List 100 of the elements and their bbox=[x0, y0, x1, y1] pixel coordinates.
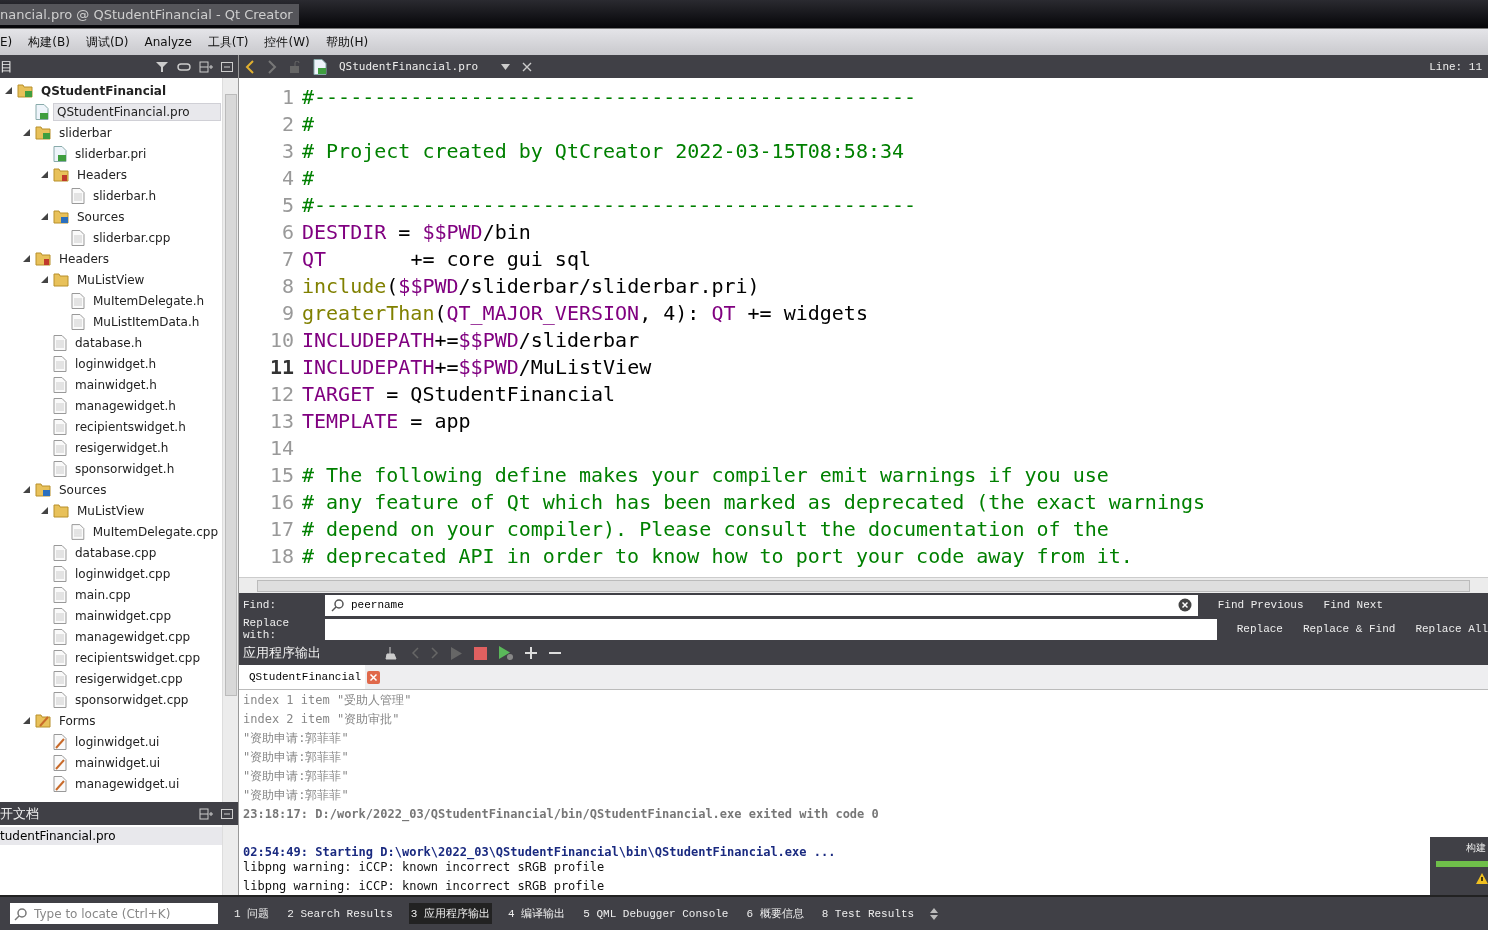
up-down-arrows-icon[interactable] bbox=[930, 907, 939, 920]
output-pane-tab[interactable]: 4 编译输出 bbox=[506, 903, 568, 924]
tree-item[interactable]: sponsorwidget.cpp bbox=[71, 690, 193, 709]
tree-item[interactable]: managewidget.h bbox=[71, 396, 180, 415]
scrollbar[interactable] bbox=[222, 825, 238, 895]
expand-arrow-icon[interactable] bbox=[23, 717, 30, 724]
tree-item[interactable]: database.cpp bbox=[71, 543, 161, 562]
code-line: INCLUDEPATH+=$$PWD/sliderbar bbox=[302, 327, 640, 352]
menu-item[interactable]: 控件(W) bbox=[264, 33, 310, 51]
clear-icon[interactable] bbox=[1177, 598, 1192, 612]
tree-item[interactable]: sliderbar.h bbox=[89, 186, 161, 205]
close-icon[interactable] bbox=[367, 670, 381, 684]
filter-icon[interactable] bbox=[155, 60, 169, 73]
cursor-position: Line: 11 bbox=[1429, 60, 1482, 73]
split-icon[interactable] bbox=[199, 807, 213, 820]
tree-item[interactable]: loginwidget.cpp bbox=[71, 564, 175, 583]
tree-item[interactable]: loginwidget.ui bbox=[71, 732, 164, 751]
tree-item[interactable]: MuItemDelegate.h bbox=[89, 291, 209, 310]
tree-item[interactable]: mainwidget.cpp bbox=[71, 606, 176, 625]
stop-icon[interactable] bbox=[474, 646, 487, 660]
tree-item[interactable]: loginwidget.h bbox=[71, 354, 161, 373]
output-pane-tab[interactable]: 3 应用程序输出 bbox=[408, 903, 493, 924]
tree-item[interactable]: sponsorwidget.h bbox=[71, 459, 179, 478]
file-dropdown[interactable]: QStudentFinancial.pro bbox=[339, 60, 489, 73]
close-pane-icon[interactable] bbox=[221, 808, 233, 819]
menu-item[interactable]: 构建(B) bbox=[28, 33, 70, 51]
link-icon[interactable] bbox=[177, 61, 191, 72]
tree-item[interactable]: sliderbar bbox=[55, 123, 116, 142]
folder-icon bbox=[53, 272, 69, 287]
close-pane-icon[interactable] bbox=[221, 61, 233, 72]
menu-item[interactable]: E) bbox=[0, 35, 13, 49]
dropdown-arrow-icon[interactable] bbox=[501, 63, 510, 70]
file-icon bbox=[53, 460, 67, 477]
tree-item[interactable]: mainwidget.ui bbox=[71, 753, 165, 772]
replace-button[interactable]: Replace bbox=[1236, 623, 1283, 635]
file-icon bbox=[53, 355, 67, 372]
output-tab[interactable]: QStudentFinancial bbox=[239, 665, 366, 689]
tree-item[interactable]: recipientswidget.h bbox=[71, 417, 190, 436]
plus-icon[interactable] bbox=[525, 647, 537, 659]
debug-run-icon[interactable] bbox=[499, 646, 513, 660]
menu-item[interactable]: 工具(T) bbox=[207, 33, 249, 51]
code-line: #-------------------------------------------------- bbox=[302, 84, 917, 109]
tree-item[interactable]: Forms bbox=[55, 711, 100, 730]
tree-item[interactable]: resigerwidget.cpp bbox=[71, 669, 187, 688]
tree-item[interactable]: Sources bbox=[73, 207, 129, 226]
tree-item[interactable]: resigerwidget.h bbox=[71, 438, 173, 457]
replace-find-button[interactable]: Replace & Find bbox=[1302, 623, 1396, 635]
scrollbar[interactable] bbox=[239, 577, 1488, 593]
tree-item[interactable]: MuListView bbox=[73, 270, 149, 289]
tree-item[interactable]: Sources bbox=[55, 480, 111, 499]
tree-item[interactable]: sliderbar.pri bbox=[71, 144, 151, 163]
menu-item[interactable]: 帮助(H) bbox=[325, 33, 369, 51]
tree-item[interactable]: MuListView bbox=[73, 501, 149, 520]
expand-arrow-icon[interactable] bbox=[41, 171, 48, 178]
tree-item[interactable]: sliderbar.cpp bbox=[89, 228, 175, 247]
tree-item[interactable]: MuListItemData.h bbox=[89, 312, 204, 331]
search-icon[interactable] bbox=[331, 598, 345, 612]
find-field[interactable]: peername bbox=[325, 594, 1198, 616]
tree-item[interactable]: database.h bbox=[71, 333, 147, 352]
code-line: # any feature of Qt which has been marked as deprecated (the exact warnings bbox=[302, 489, 1206, 514]
replace-all-button[interactable]: Replace All bbox=[1415, 623, 1488, 635]
output-pane-tab[interactable]: 5 QML Debugger Console bbox=[581, 904, 731, 923]
expand-arrow-icon[interactable] bbox=[23, 129, 30, 136]
tree-item[interactable]: recipientswidget.cpp bbox=[71, 648, 204, 667]
find-previous-button[interactable]: Find Previous bbox=[1217, 599, 1304, 611]
line-number: 13 bbox=[268, 408, 295, 433]
output-pane-tab[interactable]: 6 概要信息 bbox=[744, 903, 806, 924]
tree-item[interactable]: MuItemDelegate.cpp bbox=[88, 522, 222, 541]
tree-item[interactable]: QStudentFinancial.pro bbox=[53, 102, 221, 121]
tree-item[interactable]: Headers bbox=[73, 165, 131, 184]
expand-arrow-icon[interactable] bbox=[23, 255, 30, 262]
expand-arrow-icon[interactable] bbox=[23, 486, 30, 493]
output-line: index 2 item "资助审批" bbox=[243, 711, 400, 728]
tree-item[interactable]: managewidget.ui bbox=[71, 774, 184, 793]
locator-field[interactable]: Type to locate (Ctrl+K) bbox=[10, 903, 218, 924]
output-pane-tab[interactable]: 2 Search Results bbox=[285, 904, 395, 923]
tree-item[interactable]: QStudentFinancial bbox=[37, 81, 171, 100]
tree-item[interactable]: main.cpp bbox=[71, 585, 135, 604]
menu-item[interactable]: 调试(D) bbox=[85, 33, 129, 51]
tree-item[interactable]: mainwidget.h bbox=[71, 375, 161, 394]
scrollbar[interactable] bbox=[222, 78, 238, 802]
tree-item[interactable]: managewidget.cpp bbox=[71, 627, 195, 646]
expand-arrow-icon[interactable] bbox=[41, 213, 48, 220]
folder-icon bbox=[35, 713, 51, 728]
expand-arrow-icon[interactable] bbox=[41, 507, 48, 514]
expand-arrow-icon[interactable] bbox=[41, 276, 48, 283]
split-icon[interactable] bbox=[199, 60, 213, 73]
output-line: "资助申请:郭菲菲" bbox=[243, 787, 349, 804]
menu-item[interactable]: Analyze bbox=[144, 35, 192, 49]
panel-title: 目 bbox=[0, 57, 13, 76]
find-next-button[interactable]: Find Next bbox=[1323, 599, 1383, 611]
close-icon[interactable] bbox=[522, 61, 532, 72]
expand-arrow-icon[interactable] bbox=[5, 87, 12, 94]
document-item[interactable]: tudentFinancial.pro bbox=[0, 827, 222, 845]
replace-field[interactable] bbox=[325, 618, 1217, 640]
tree-item[interactable]: Headers bbox=[55, 249, 113, 268]
file-icon bbox=[53, 439, 67, 456]
output-pane-tab[interactable]: 1 问题 bbox=[232, 903, 272, 924]
broom-icon[interactable] bbox=[385, 646, 399, 660]
output-pane-tab[interactable]: 8 Test Results bbox=[819, 904, 917, 923]
